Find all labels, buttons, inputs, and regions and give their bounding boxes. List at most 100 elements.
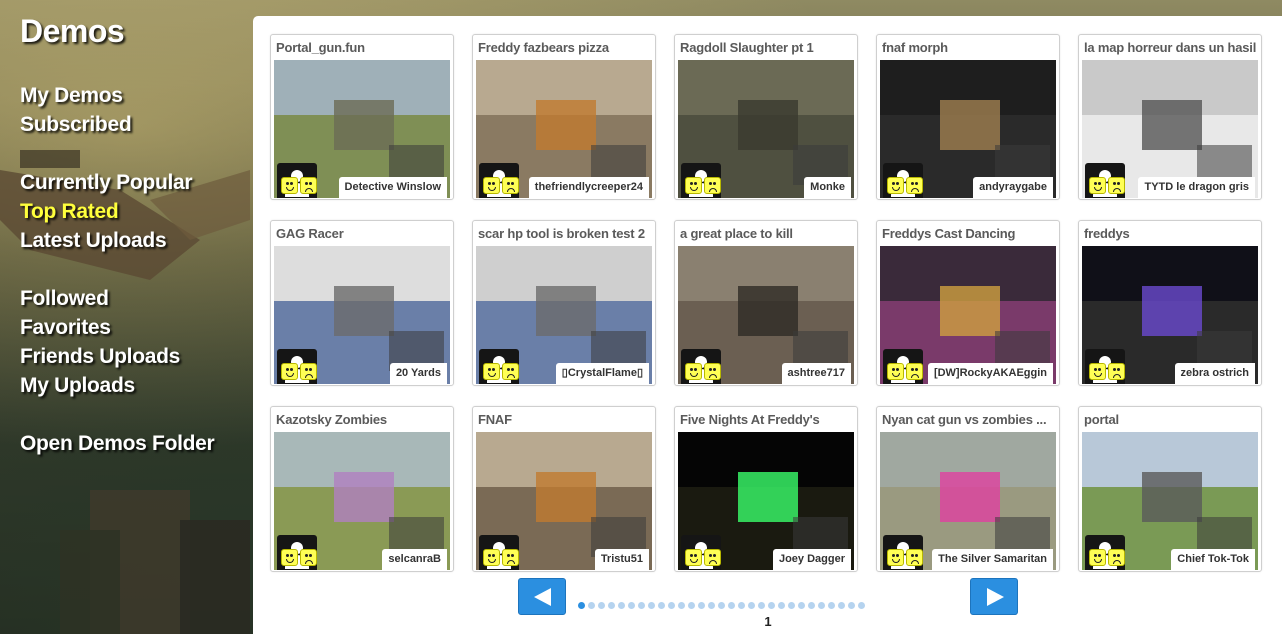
page-dot[interactable] [628,602,635,609]
page-dot[interactable] [578,602,585,609]
sidebar-item-latest-uploads[interactable]: Latest Uploads [20,229,167,253]
page-dot[interactable] [838,602,845,609]
page-dot[interactable] [808,602,815,609]
thumbs-up-smiley-icon[interactable] [483,549,500,566]
thumbs-down-frown-icon[interactable] [300,363,317,380]
thumbs-down-frown-icon[interactable] [1108,549,1125,566]
page-dot[interactable] [648,602,655,609]
next-page-button[interactable] [970,578,1018,615]
demo-card[interactable]: Five Nights At Freddy's Joey Dagger [674,406,858,572]
demo-card[interactable]: Kazotsky Zombies selcanraB [270,406,454,572]
demo-author: ▯CrystalFlame▯ [555,363,649,384]
sidebar-item-my-uploads[interactable]: My Uploads [20,374,135,398]
page-dot[interactable] [668,602,675,609]
page-dots [578,602,865,609]
thumbs-up-smiley-icon[interactable] [887,363,904,380]
page-dot[interactable] [778,602,785,609]
demo-card[interactable]: a great place to kill ashtree717 [674,220,858,386]
page-dot[interactable] [818,602,825,609]
demo-card[interactable]: freddys zebra ostrich [1078,220,1262,386]
open-demos-folder-link[interactable]: Open Demos Folder [20,432,215,456]
page-dot[interactable] [678,602,685,609]
thumbs-up-smiley-icon[interactable] [685,363,702,380]
thumbs-down-frown-icon[interactable] [1108,177,1125,194]
page-dot[interactable] [708,602,715,609]
thumbs-down-frown-icon[interactable] [300,549,317,566]
thumbs-down-frown-icon[interactable] [502,549,519,566]
thumbs-down-frown-icon[interactable] [704,177,721,194]
demo-author: andyraygabe [973,177,1053,198]
thumbs-down-frown-icon[interactable] [704,549,721,566]
demo-thumbnail: The Silver Samaritan [880,432,1056,570]
page-dot[interactable] [788,602,795,609]
demo-card[interactable]: scar hp tool is broken test 2 ▯CrystalFl… [472,220,656,386]
thumbs-down-frown-icon[interactable] [906,549,923,566]
thumbs-up-smiley-icon[interactable] [1089,363,1106,380]
page-dot[interactable] [588,602,595,609]
thumbs-up-smiley-icon[interactable] [685,549,702,566]
demo-author: [DW]RockyAKAEggin [927,363,1053,384]
demo-thumbnail: ▯CrystalFlame▯ [476,246,652,384]
thumbs-down-frown-icon[interactable] [502,177,519,194]
demo-thumbnail: Monke [678,60,854,198]
sidebar-item-top-rated[interactable]: Top Rated [20,200,119,224]
thumbs-up-smiley-icon[interactable] [1089,177,1106,194]
thumbs-up-smiley-icon[interactable] [483,363,500,380]
thumbs-up-smiley-icon[interactable] [281,363,298,380]
thumbs-up-smiley-icon[interactable] [887,549,904,566]
page-dot[interactable] [738,602,745,609]
thumbs-down-frown-icon[interactable] [906,177,923,194]
sidebar-item-currently-popular[interactable]: Currently Popular [20,171,193,195]
page-dot[interactable] [728,602,735,609]
page-dot[interactable] [618,602,625,609]
thumbs-down-frown-icon[interactable] [1108,363,1125,380]
demo-card[interactable]: Freddys Cast Dancing [DW]RockyAKAEggin [876,220,1060,386]
demo-card[interactable]: portal Chief Tok-Tok [1078,406,1262,572]
sidebar-item-friends-uploads[interactable]: Friends Uploads [20,345,180,369]
page-dot[interactable] [748,602,755,609]
demo-card[interactable]: Ragdoll Slaughter pt 1 Monke [674,34,858,200]
thumbs-up-smiley-icon[interactable] [281,177,298,194]
left-arrow-icon [534,588,551,606]
page-dot[interactable] [688,602,695,609]
thumbs-up-smiley-icon[interactable] [685,177,702,194]
demo-card[interactable]: Portal_gun.fun Detective Winslow [270,34,454,200]
sidebar-item-my-demos[interactable]: My Demos [20,84,123,108]
thumbs-down-frown-icon[interactable] [502,363,519,380]
demo-title: Five Nights At Freddy's [680,412,820,427]
demo-card[interactable]: GAG Racer 20 Yards [270,220,454,386]
thumbs-down-frown-icon[interactable] [704,363,721,380]
page-dot[interactable] [858,602,865,609]
page-dot[interactable] [798,602,805,609]
page-dot[interactable] [698,602,705,609]
sidebar-item-favorites[interactable]: Favorites [20,316,111,340]
page-dot[interactable] [758,602,765,609]
right-arrow-icon [987,588,1004,606]
previous-page-button[interactable] [518,578,566,615]
thumbs-up-smiley-icon[interactable] [887,177,904,194]
page-dot[interactable] [598,602,605,609]
sidebar-item-followed[interactable]: Followed [20,287,109,311]
page-dot[interactable] [658,602,665,609]
page-dot[interactable] [608,602,615,609]
thumbs-down-frown-icon[interactable] [906,363,923,380]
thumbs-down-frown-icon[interactable] [300,177,317,194]
demo-thumbnail: thefriendlycreeper24 [476,60,652,198]
demo-title: Kazotsky Zombies [276,412,387,427]
thumbs-up-smiley-icon[interactable] [483,177,500,194]
page-dot[interactable] [848,602,855,609]
demo-card[interactable]: FNAF Tristu51 [472,406,656,572]
demo-card[interactable]: Freddy fazbears pizza thefriendlycreeper… [472,34,656,200]
demo-card[interactable]: fnaf morph andyraygabe [876,34,1060,200]
page-dot[interactable] [828,602,835,609]
demo-card[interactable]: la map horreur dans un hasil TYTD le dra… [1078,34,1262,200]
current-page-number: 1 [764,614,772,629]
thumbs-up-smiley-icon[interactable] [281,549,298,566]
demo-title: Freddy fazbears pizza [478,40,609,55]
sidebar-item-subscribed[interactable]: Subscribed [20,113,132,137]
page-dot[interactable] [768,602,775,609]
demo-card[interactable]: Nyan cat gun vs zombies ... The Silver S… [876,406,1060,572]
thumbs-up-smiley-icon[interactable] [1089,549,1106,566]
page-dot[interactable] [638,602,645,609]
page-dot[interactable] [718,602,725,609]
